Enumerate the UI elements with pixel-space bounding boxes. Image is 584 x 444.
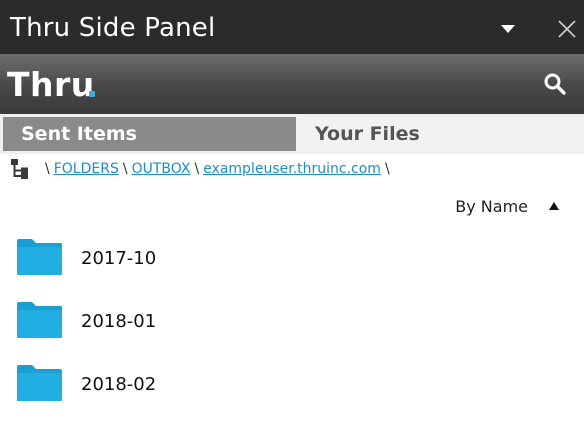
folder-list: 2017-10 2018-01 2018-02 xyxy=(0,230,584,419)
search-icon xyxy=(544,73,566,95)
breadcrumb-separator: \ xyxy=(45,161,50,177)
folder-row[interactable]: 2017-10 xyxy=(0,230,584,293)
sort-label: By Name xyxy=(455,196,528,216)
breadcrumb-link-folders[interactable]: FOLDERS xyxy=(54,158,119,180)
breadcrumb-separator: \ xyxy=(194,161,200,177)
breadcrumb-link-user[interactable]: exampleuser.thruinc.com xyxy=(203,158,381,180)
folder-name: 2018-02 xyxy=(81,374,157,395)
tab-strip: Sent Items Your Files xyxy=(0,114,584,154)
search-button[interactable] xyxy=(541,70,569,98)
sort-ascending-icon xyxy=(548,201,560,211)
close-icon xyxy=(558,20,576,38)
folder-name: 2018-01 xyxy=(81,311,157,332)
dropdown-triangle-icon xyxy=(501,25,515,33)
tab-your-files[interactable]: Your Files xyxy=(297,117,584,151)
breadcrumb-separator: \ xyxy=(122,161,128,177)
breadcrumb: \ FOLDERS \ OUTBOX \ exampleuser.thruinc… xyxy=(10,157,394,181)
tab-sent-items[interactable]: Sent Items xyxy=(3,117,296,151)
window-title: Thru Side Panel xyxy=(10,13,216,43)
breadcrumb-separator: \ xyxy=(384,161,390,177)
folder-row[interactable]: 2018-02 xyxy=(0,356,584,419)
logo-dot xyxy=(89,91,95,97)
folder-icon xyxy=(17,302,62,338)
close-button[interactable] xyxy=(552,14,582,44)
folder-name: 2017-10 xyxy=(81,248,157,269)
panel-menu-button[interactable] xyxy=(493,16,523,42)
window-titlebar: Thru Side Panel xyxy=(0,0,584,54)
folder-tree-icon[interactable] xyxy=(10,158,32,180)
folder-icon xyxy=(17,365,62,401)
sort-control[interactable]: By Name xyxy=(455,194,560,218)
breadcrumb-link-outbox[interactable]: OUTBOX xyxy=(132,158,191,180)
thru-logo: Thru xyxy=(7,65,95,104)
brand-bar: Thru xyxy=(0,54,584,114)
folder-row[interactable]: 2018-01 xyxy=(0,293,584,356)
folder-icon xyxy=(17,239,62,275)
